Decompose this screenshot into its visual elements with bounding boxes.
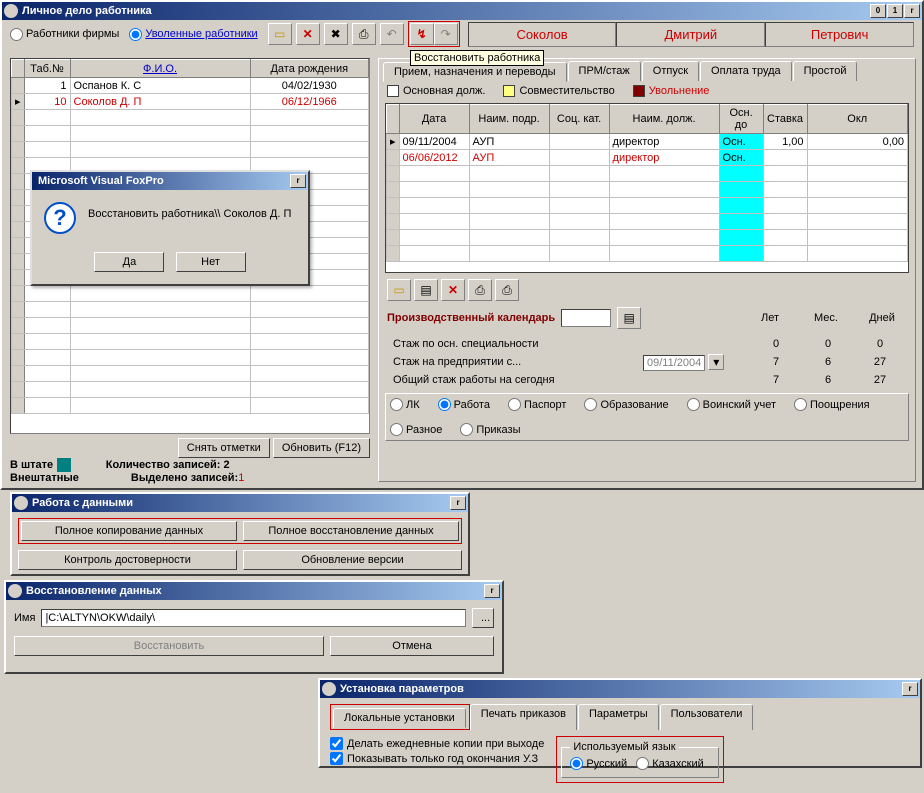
legend-combo-icon [503, 85, 515, 97]
dlg-close-button[interactable]: r [290, 174, 306, 188]
integrity-button[interactable]: Контроль достоверности [18, 550, 237, 570]
cal-input[interactable] [561, 309, 611, 327]
r-military[interactable]: Воинский учет [687, 398, 776, 411]
browse-button[interactable]: ... [472, 608, 494, 628]
tab-params[interactable]: Параметры [578, 704, 659, 730]
r-passport[interactable]: Паспорт [508, 398, 567, 411]
update-version-button[interactable]: Обновление версии [243, 550, 462, 570]
patronymic-cell: Петрович [765, 22, 914, 47]
main-title: Личное дело работника [22, 5, 870, 17]
restore-window: Восстановление данных r Имя ... Восстано… [4, 580, 504, 674]
assignment-grid[interactable]: Дата Наим. подр. Соц. кат. Наим. долж. О… [385, 103, 909, 273]
category-radios: ЛК Работа Паспорт Образование Воинский у… [385, 393, 909, 441]
dlg-message: Восстановить работника\\ Соколов Д. П [88, 202, 291, 220]
date-picker-icon[interactable]: ▾ [708, 354, 724, 370]
dlg-titlebar: Microsoft Visual FoxPro r [32, 172, 308, 190]
status-color-icon [57, 458, 71, 472]
status-line: В штате Количество записей: 2 Внештатные… [10, 458, 244, 484]
table-row[interactable]: ▸ 09/11/2004 АУП директор Осн. 1,00 0,00 [387, 134, 908, 150]
full-restore-button[interactable]: Полное восстановление данных [243, 521, 459, 541]
tab-idle[interactable]: Простой [793, 61, 858, 81]
close-button[interactable]: r [450, 496, 466, 510]
print2-icon[interactable]: ⎙ [495, 279, 519, 301]
details-pane: Прием, назначения и переводы ПРМ/стаж От… [378, 58, 916, 482]
redo-icon[interactable]: ↷ [434, 23, 458, 45]
seniority-grid: Стаж по осн. специальности 000 Стаж на п… [387, 335, 907, 389]
yes-button[interactable]: Да [94, 252, 164, 272]
main-titlebar: Личное дело работника 0 1 r [2, 2, 922, 20]
confirm-dialog: Microsoft Visual FoxPro r ? Восстановить… [30, 170, 310, 286]
tab-users[interactable]: Пользователи [660, 704, 754, 730]
r-award[interactable]: Поощрения [794, 398, 870, 411]
tools-icon[interactable]: ✖ [324, 23, 348, 45]
calendar-row: Производственный календарь ▤ Лет Мес. Дн… [379, 305, 915, 331]
question-icon: ? [44, 202, 76, 234]
lastname-cell: Соколов [468, 22, 617, 47]
undo-icon[interactable]: ↶ [380, 23, 404, 45]
r-edu[interactable]: Образование [584, 398, 668, 411]
refresh-button[interactable]: Обновить (F12) [273, 438, 370, 458]
unmark-button[interactable]: Снять отметки [178, 438, 270, 458]
r-lk[interactable]: ЛК [390, 398, 420, 411]
since-date-input[interactable]: 09/11/2004 [643, 355, 705, 371]
new-icon[interactable]: ▭ [268, 23, 292, 45]
tab-print[interactable]: Печать приказов [470, 704, 577, 730]
chk-daily-backup[interactable]: Делать ежедневные копии при выходе [330, 736, 544, 751]
legend-row: Основная долж. Совместительство Увольнен… [379, 81, 915, 101]
legend-fire-icon [633, 85, 645, 97]
restore-group: ↯ ↷ [408, 21, 460, 47]
add-icon[interactable]: ▭ [387, 279, 411, 301]
r-misc[interactable]: Разное [390, 423, 442, 436]
name-label: Имя [14, 612, 35, 624]
print-icon[interactable]: ⎙ [352, 23, 376, 45]
delete-icon[interactable]: ✕ [296, 23, 320, 45]
restore-tooltip: Восстановить работника [410, 50, 544, 66]
firstname-cell: Дмитрий [616, 22, 765, 47]
del-icon[interactable]: ✕ [441, 279, 465, 301]
chk-year-only[interactable]: Показывать только год окончания У.З [330, 751, 544, 766]
r-work[interactable]: Работа [438, 398, 490, 411]
tab-prm[interactable]: ПРМ/стаж [568, 61, 641, 81]
minimize-button[interactable]: 0 [870, 4, 886, 18]
close-button[interactable]: r [484, 584, 500, 598]
table-row[interactable]: 1 Оспанов К. С 04/02/1930 [12, 78, 369, 94]
col-fio[interactable]: Ф.И.О. [70, 60, 250, 78]
app-icon [8, 584, 22, 598]
top-toolbar: Работники фирмы Уволенные работники ▭ ✕ … [2, 20, 922, 48]
restore-icon[interactable]: ↯ [410, 23, 434, 45]
restore-button: Восстановить [14, 636, 324, 656]
radio-kz[interactable]: Казахский [636, 757, 704, 770]
app-icon [322, 682, 336, 696]
table-row[interactable]: ▸ 10 Соколов Д. П 06/12/1966 [12, 94, 369, 110]
table-row[interactable]: 06/06/2012 АУП директор Осн. [387, 150, 908, 166]
no-button[interactable]: Нет [176, 252, 246, 272]
radio-fired[interactable]: Уволенные работники [129, 28, 257, 41]
full-copy-button[interactable]: Полное копирование данных [21, 521, 237, 541]
tab-pay[interactable]: Оплата труда [700, 61, 792, 81]
path-input[interactable] [41, 609, 466, 627]
settings-window: Установка параметров r Локальные установ… [318, 678, 922, 768]
cancel-button[interactable]: Отмена [330, 636, 494, 656]
legend-main-icon [387, 85, 399, 97]
r-orders[interactable]: Приказы [460, 423, 520, 436]
radio-ru[interactable]: Русский [570, 757, 627, 770]
close-button[interactable]: r [904, 4, 920, 18]
col-tabno[interactable]: Таб.№ [24, 60, 70, 78]
radio-firm[interactable]: Работники фирмы [10, 28, 119, 41]
tab-vacation[interactable]: Отпуск [642, 61, 699, 81]
app-icon [14, 496, 28, 510]
sub-toolbar: ▭ ▤ ✕ ⎙ ⎙ [379, 275, 915, 305]
cal-open-icon[interactable]: ▤ [617, 307, 641, 329]
lang-fieldset: Используемый язык Русский Казахский [561, 741, 718, 778]
maximize-button[interactable]: 1 [887, 4, 903, 18]
print1-icon[interactable]: ⎙ [468, 279, 492, 301]
data-ops-window: Работа с данными r Полное копирование да… [10, 492, 470, 576]
close-button[interactable]: r [902, 682, 918, 696]
tab-local[interactable]: Локальные установки [333, 708, 466, 728]
col-dob[interactable]: Дата рождения [250, 60, 368, 78]
app-icon [4, 4, 18, 18]
name-cells: Соколов Дмитрий Петрович [468, 22, 914, 47]
edit-icon[interactable]: ▤ [414, 279, 438, 301]
